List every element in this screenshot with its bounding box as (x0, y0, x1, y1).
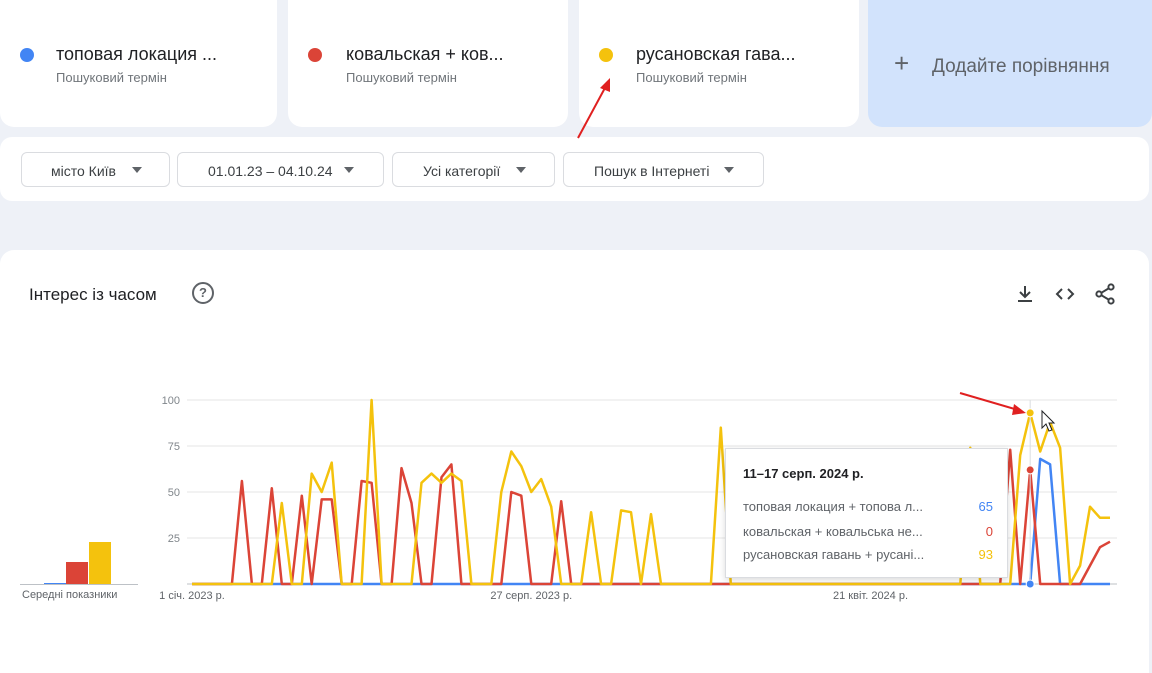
category-filter[interactable]: Усі категорії (392, 152, 555, 187)
chevron-down-icon (724, 167, 734, 173)
tooltip-series-value: 0 (985, 524, 993, 539)
series-color-dot (20, 48, 34, 62)
search-type-filter[interactable]: Пошук в Інтернеті (563, 152, 764, 187)
download-icon[interactable] (1013, 282, 1037, 306)
term-name: русановская гава... (636, 44, 796, 64)
term-card-2[interactable]: ковальская + ков... Пошуковий термін (288, 0, 568, 127)
averages-axis (20, 584, 138, 585)
add-comparison-label: Додайте порівняння (932, 56, 1110, 77)
series-color-dot (308, 48, 322, 62)
average-bar-series-2 (66, 561, 88, 584)
panel-title: Інтерес із часом (29, 285, 157, 304)
category-filter-label: Усі категорії (423, 163, 501, 179)
term-card-3[interactable]: русановская гава... Пошуковий термін (579, 0, 859, 127)
share-icon[interactable] (1093, 282, 1117, 306)
help-icon[interactable]: ? (192, 282, 214, 304)
location-filter-label: місто Київ (51, 163, 116, 179)
date-range-filter-label: 01.01.23 – 04.10.24 (208, 163, 333, 179)
term-name: ковальская + ков... (346, 44, 504, 64)
term-card-1[interactable]: топовая локация ... Пошуковий термін (0, 0, 277, 127)
filter-bar: місто Київ 01.01.23 – 04.10.24 Усі катег… (0, 137, 1149, 201)
term-type-label: Пошуковий термін (346, 70, 457, 85)
tooltip-series-value: 93 (978, 547, 993, 562)
chevron-down-icon (516, 167, 526, 173)
chevron-down-icon (344, 167, 354, 173)
add-comparison-button[interactable]: + Додайте порівняння (868, 0, 1152, 127)
location-filter[interactable]: місто Київ (21, 152, 170, 187)
tooltip-series-name: топовая локация + топова л... (743, 499, 924, 514)
term-type-label: Пошуковий термін (56, 70, 167, 85)
average-bar-series-3 (89, 541, 111, 584)
embed-code-icon[interactable] (1053, 282, 1077, 306)
tooltip-series-value: 65 (978, 499, 993, 514)
term-type-label: Пошуковий термін (636, 70, 747, 85)
tooltip-series-name: русановская гавань + русані... (743, 547, 925, 562)
series-color-dot (599, 48, 613, 62)
tooltip-series-name: ковальская + ковальська не... (743, 524, 923, 539)
date-range-filter[interactable]: 01.01.23 – 04.10.24 (177, 152, 384, 187)
tooltip-title: 11–17 серп. 2024 р. (743, 466, 864, 481)
plus-icon: + (894, 48, 910, 78)
search-type-filter-label: Пошук в Інтернеті (594, 163, 710, 179)
averages-label: Середні показники (22, 589, 118, 601)
chevron-down-icon (132, 167, 142, 173)
term-name: топовая локация ... (56, 44, 218, 64)
chart-tooltip: 11–17 серп. 2024 р. топовая локация + то… (725, 448, 1008, 578)
